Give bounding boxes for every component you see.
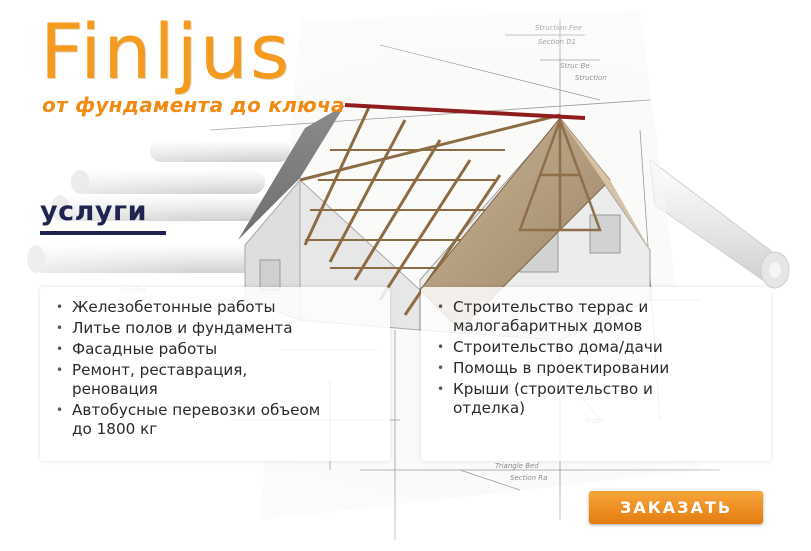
service-item-label: Помощь в проектировании — [453, 359, 670, 377]
service-item-label: реновация — [72, 380, 158, 398]
bullet-icon: • — [437, 340, 445, 354]
service-item-label: Ремонт, реставрация, — [72, 361, 248, 379]
service-item-label: Строительство террас и — [453, 298, 649, 316]
bullet-icon: • — [56, 342, 64, 356]
service-item: • Железобетонные работы — [54, 298, 380, 317]
service-item: • Литье полов и фундамента — [54, 319, 380, 338]
services-panel-right: • Строительство террас и малогабаритных до… — [421, 287, 771, 461]
service-item: • Фасадные работы — [54, 340, 380, 359]
bullet-icon: • — [56, 363, 64, 377]
service-item: • Ремонт, реставрация, реновация — [54, 361, 380, 399]
services-heading: услуги — [40, 196, 148, 227]
services-panel-left: • Железобетонные работы • Литье полов и фун… — [40, 287, 390, 461]
bullet-icon: • — [437, 300, 445, 314]
brand-tagline: от фундамента до ключа — [42, 93, 345, 117]
service-item: • Строительство дома/дачи — [435, 338, 761, 357]
service-item-label: Железобетонные работы — [72, 298, 276, 316]
service-item-label: отделка) — [453, 399, 526, 417]
service-item-label: Автобусные перевозки объеом — [72, 401, 321, 419]
service-item: • Крыши (строительство и отделка) — [435, 380, 761, 418]
services-list-left: • Железобетонные работы • Литье полов и фун… — [40, 287, 390, 439]
service-item-label: Литье полов и фундамента — [72, 319, 293, 337]
service-item-label: Фасадные работы — [72, 340, 218, 358]
bullet-icon: • — [437, 382, 445, 396]
service-item: • Строительство террас и малогабаритных до… — [435, 298, 761, 336]
service-item-label: Крыши (строительство и — [453, 380, 653, 398]
services-list-right: • Строительство террас и малогабаритных до… — [421, 287, 771, 418]
service-item-label: малогабаритных домов — [453, 317, 643, 335]
bullet-icon: • — [56, 300, 64, 314]
service-item: • Помощь в проектировании — [435, 359, 761, 378]
bullet-icon: • — [437, 361, 445, 375]
banner: Struction Fee Section D1 Struc Be Struct… — [0, 0, 811, 551]
bullet-icon: • — [56, 403, 64, 417]
brand-logo-title: Finljus — [40, 7, 292, 96]
services-heading-underline — [40, 231, 166, 235]
service-item-label: Строительство дома/дачи — [453, 338, 663, 356]
bullet-icon: • — [56, 321, 64, 335]
order-button[interactable]: ЗАКАЗАТЬ — [589, 491, 763, 524]
service-item: • Автобусные перевозки объеом до 1800 кг — [54, 401, 380, 439]
service-item-label: до 1800 кг — [72, 420, 158, 438]
